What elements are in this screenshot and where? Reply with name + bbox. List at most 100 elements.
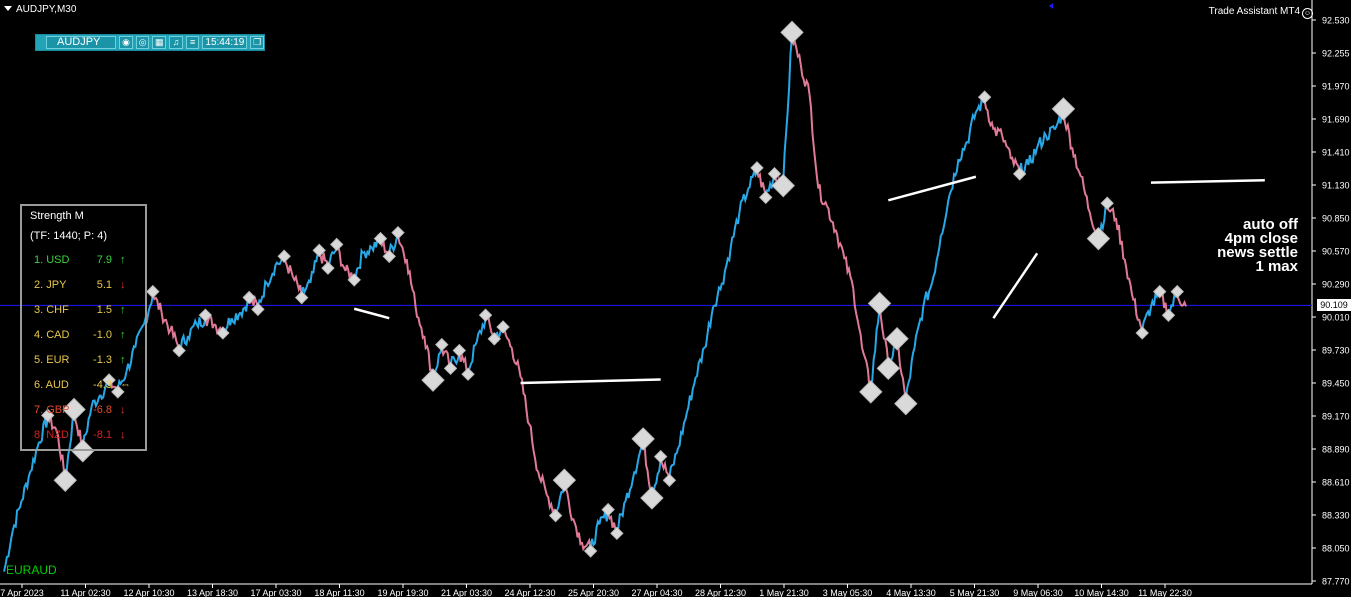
trade-toolbar: AUDJPY ◉ ◎ ▦ ♫ ≡ 15:44:19 ❐ [35,34,265,51]
strength-value: 1.5 [96,304,112,316]
price-segment [913,306,925,348]
minor-swing-marker [172,343,186,358]
price-segment [948,158,960,195]
major-swing-marker [421,368,445,392]
currency-rank: 3. CHF [34,304,69,316]
price-segment [327,247,338,266]
camera-icon[interactable]: ◉ [119,36,133,49]
time-tick-label: 9 May 06:30 [1013,588,1063,597]
chart-title-label: AUDJPY,M30 [16,4,77,15]
currency-rank: 2. JPY [34,279,67,291]
arrow-sideways-icon: ⇔ [120,379,131,391]
minor-swing-marker [294,290,309,305]
price-chart[interactable]: 92.530 92.255 91.970 91.690 91.410 91.130 90.8… [0,0,1351,597]
minor-swing-marker [1100,196,1114,210]
price-segment [388,235,399,254]
price-segment [756,170,767,195]
price-segment [642,441,653,496]
strength-value: 5.1 [96,279,112,291]
time-tick-label: 21 Apr 03:30 [441,588,492,597]
minor-swing-marker [548,508,563,523]
time-tick-label: 11 Apr 02:30 [60,588,110,597]
price-segment [354,247,364,279]
currency-rank: 4. CAD [34,329,70,341]
price-segment [256,279,268,307]
price-segment [1141,306,1152,331]
price-tick-label: 88.610 [1322,478,1350,488]
minor-swing-marker [146,284,160,299]
price-tick-label: 88.330 [1322,511,1350,521]
price-segment [1123,259,1135,301]
time-tick-label: 24 Apr 12:30 [504,588,555,597]
arrow-up-icon: ↑ [120,329,126,341]
strength-title: Strength M [30,210,84,222]
symbol-selector[interactable]: AUDJPY [46,36,117,49]
minor-swing-marker [443,361,458,376]
price-segment [475,318,487,342]
price-tick-label: 89.170 [1322,412,1350,422]
minor-swing-marker [610,526,624,541]
trend-line [992,252,1039,319]
price-tick-label: 90.290 [1322,280,1350,290]
arrow-up-icon: ↑ [120,304,126,316]
price-segment [878,306,890,366]
strength-row: 7. GBP -6.8 ↓ [34,404,144,418]
currency-rank: 5. EUR [34,354,70,366]
bell-icon[interactable]: ♫ [169,36,183,49]
major-swing-marker [1051,97,1076,121]
restore-icon[interactable]: ❐ [250,36,264,49]
minor-swing-marker [1170,284,1184,299]
currency-rank: 1. USD [34,254,70,266]
price-segment [738,188,750,213]
period-marker [1049,3,1053,9]
price-segment [283,258,294,278]
minor-swing-marker [1161,308,1176,322]
time-tick-label: 10 May 14:30 [1074,588,1129,597]
price-segment [20,471,32,502]
price-segment [405,259,417,307]
price-segment [186,317,198,343]
strength-row: 5. EUR -1.3 ↑ [34,354,144,368]
price-segment [729,211,741,248]
arrow-down-icon: ↓ [120,279,126,291]
price-segment [1027,147,1039,166]
time-tick-label: 1 May 21:30 [759,588,809,597]
price-segment [983,99,995,130]
minor-swing-marker [198,308,213,322]
price-segment [589,518,601,549]
chart-title: AUDJPY,M30 [4,4,76,15]
price-segment [528,423,539,473]
price-segment [440,347,452,367]
price-tick-label: 87.770 [1322,577,1350,587]
price-segment [362,244,373,259]
price-segment [414,306,426,340]
price-segment [939,194,951,237]
price-tick-label: 90.850 [1322,214,1350,224]
major-swing-marker [53,468,77,492]
price-segment [292,274,303,295]
minor-swing-marker [759,190,773,205]
strength-row: 6. AUD -4.3 ⇔ [34,379,144,393]
minor-swing-marker [277,249,291,263]
time-tick-label: 7 Apr 2023 [0,588,44,597]
menu-icon[interactable]: ≡ [185,36,200,49]
dropdown-icon[interactable] [4,6,12,11]
price-segment [834,229,846,260]
calendar-icon[interactable]: ▦ [152,36,167,49]
price-segment [309,252,320,283]
price-segment [607,512,618,532]
note-line: 1 max [1255,258,1298,275]
currency-rank: 7. GBP [34,404,70,416]
time-tick-label: 3 May 05:30 [823,588,873,597]
trade-assistant-text: Trade Assistant MT4 [1208,6,1300,17]
arrow-up-icon: ↑ [120,254,126,266]
price-segment [931,235,942,284]
time-tick-label: 5 May 21:30 [950,588,1000,597]
price-tick-label: 89.450 [1322,379,1350,389]
eye-icon[interactable]: ◎ [135,36,150,49]
trade-assistant-label[interactable]: Trade Assistant MT4 ☺ [1209,6,1313,19]
price-segment [695,346,706,378]
strength-row: 8. NZD -8.1 ↓ [34,429,144,443]
strength-row: 1. USD 7.9 ↑ [34,254,144,268]
minor-swing-marker [435,337,449,352]
